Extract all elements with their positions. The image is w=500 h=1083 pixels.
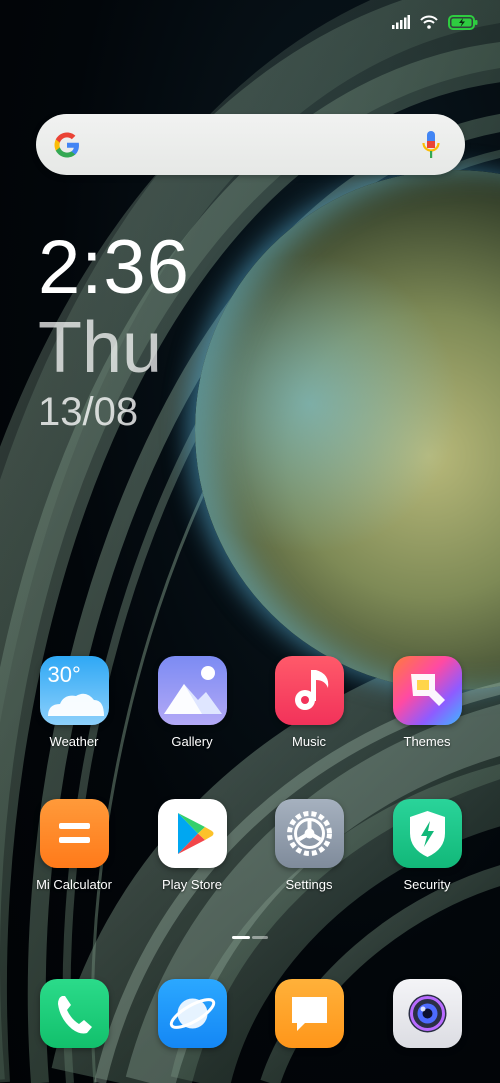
app-play-store[interactable]: Play Store bbox=[133, 799, 251, 892]
microphone-icon[interactable] bbox=[421, 130, 441, 160]
dock-messages[interactable] bbox=[250, 979, 368, 1048]
themes-brush-icon bbox=[392, 656, 462, 725]
calculator-icon bbox=[39, 799, 109, 868]
music-note-icon bbox=[274, 656, 344, 725]
dock-phone[interactable] bbox=[15, 979, 133, 1048]
clock-day: Thu bbox=[38, 308, 163, 388]
signal-icon bbox=[392, 15, 410, 29]
security-shield-icon bbox=[392, 799, 462, 868]
phone-icon bbox=[39, 979, 109, 1048]
dock-browser[interactable] bbox=[133, 979, 251, 1048]
page-indicator[interactable] bbox=[232, 936, 268, 939]
app-label: Weather bbox=[49, 734, 99, 749]
google-search-bar[interactable] bbox=[36, 114, 465, 175]
gallery-icon bbox=[157, 656, 227, 725]
app-label: Play Store bbox=[162, 877, 222, 892]
clock-time: 2:36 bbox=[38, 225, 190, 310]
app-weather[interactable]: 30° Weather bbox=[15, 656, 133, 749]
browser-icon bbox=[157, 979, 227, 1048]
wifi-icon bbox=[420, 15, 438, 29]
play-store-icon bbox=[157, 799, 227, 868]
app-themes[interactable]: Themes bbox=[368, 656, 486, 749]
dock-camera[interactable] bbox=[368, 979, 486, 1048]
app-music[interactable]: Music bbox=[250, 656, 368, 749]
weather-icon: 30° bbox=[39, 656, 109, 725]
clock-widget[interactable]: 2:36 Thu 13/08 bbox=[38, 225, 190, 434]
app-mi-calculator[interactable]: Mi Calculator bbox=[15, 799, 133, 892]
app-label: Settings bbox=[285, 877, 333, 892]
status-bar bbox=[392, 12, 478, 32]
app-gallery[interactable]: Gallery bbox=[133, 656, 251, 749]
app-settings[interactable]: Settings bbox=[250, 799, 368, 892]
app-label: Gallery bbox=[171, 734, 213, 749]
app-label: Themes bbox=[403, 734, 451, 749]
app-label: Music bbox=[292, 734, 326, 749]
app-security[interactable]: Security bbox=[368, 799, 486, 892]
app-label: Mi Calculator bbox=[36, 877, 112, 892]
camera-icon bbox=[392, 979, 462, 1048]
page-dot[interactable] bbox=[252, 936, 268, 939]
messages-icon bbox=[274, 979, 344, 1048]
app-label: Security bbox=[403, 877, 451, 892]
settings-gear-icon bbox=[274, 799, 344, 868]
google-g-icon bbox=[52, 130, 82, 160]
page-dot-active bbox=[232, 936, 250, 939]
battery-charging-icon bbox=[448, 14, 478, 30]
clock-date: 13/08 bbox=[38, 390, 139, 434]
